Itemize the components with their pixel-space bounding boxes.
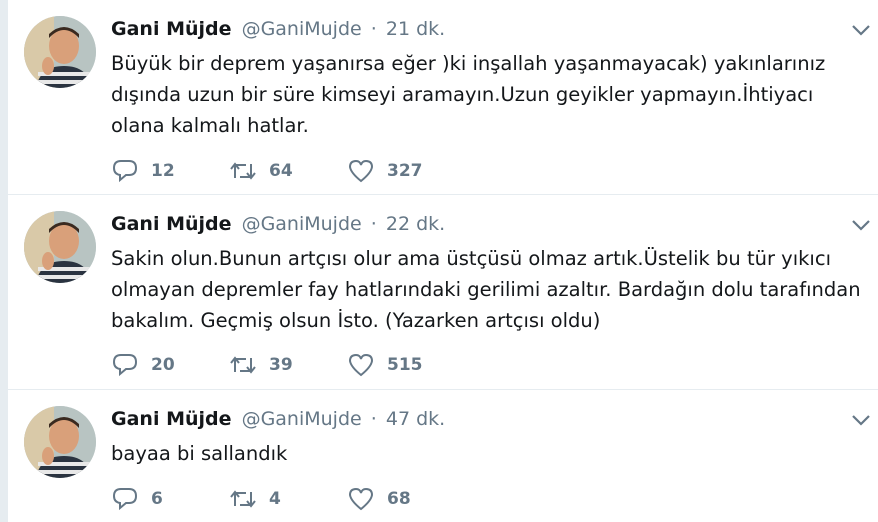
reply-icon [112,488,138,511]
tweet-actions: 12 64 327 [111,156,423,186]
like-count: 68 [387,489,411,509]
tweet-header: Gani Müjde @GaniMujde · 47 dk. [111,407,445,431]
chevron-down-icon[interactable] [850,412,872,428]
retweet-count: 64 [269,161,293,181]
author-name[interactable]: Gani Müjde [111,408,232,430]
avatar[interactable] [24,406,96,478]
tweet-text: Büyük bir deprem yaşanırsa eğer )ki inşa… [111,52,826,137]
tweet-actions: 20 39 515 [111,350,423,380]
chevron-down-icon[interactable] [850,217,872,233]
chevron-down-icon[interactable] [850,22,872,38]
tweet[interactable]: Gani Müjde @GaniMujde · 47 dk. bayaa bi … [8,390,878,522]
like-button[interactable]: 327 [347,158,423,184]
heart-icon [348,159,374,183]
like-button[interactable]: 68 [347,486,411,512]
tweet[interactable]: Gani Müjde @GaniMujde · 21 dk. Büyük bir… [8,0,878,195]
author-handle[interactable]: @GaniMujde [242,213,362,235]
like-button[interactable]: 515 [347,352,423,378]
reply-button[interactable]: 6 [111,486,229,512]
retweet-button[interactable]: 4 [229,486,347,512]
timestamp[interactable]: 22 dk. [386,213,445,235]
separator: · [370,408,377,430]
author-name[interactable]: Gani Müjde [111,18,232,40]
retweet-count: 4 [269,489,281,509]
reply-count: 12 [151,161,175,181]
tweet-header: Gani Müjde @GaniMujde · 22 dk. [111,212,445,236]
tweet-text: Sakin olun.Bunun artçısı olur ama üstçüs… [111,247,861,332]
avatar[interactable] [24,16,96,88]
separator: · [370,213,377,235]
retweet-icon [230,490,256,508]
tweet-timeline: Gani Müjde @GaniMujde · 21 dk. Büyük bir… [8,0,878,522]
avatar-image [24,406,96,478]
reply-button[interactable]: 20 [111,352,229,378]
timestamp[interactable]: 47 dk. [386,408,445,430]
like-count: 515 [387,355,423,375]
tweet-header: Gani Müjde @GaniMujde · 21 dk. [111,17,445,41]
heart-icon [348,353,374,377]
tweet-actions: 6 4 68 [111,484,411,514]
retweet-icon [230,162,256,180]
reply-count: 20 [151,355,175,375]
avatar[interactable] [24,211,96,283]
author-name[interactable]: Gani Müjde [111,213,232,235]
author-handle[interactable]: @GaniMujde [242,408,362,430]
heart-icon [348,487,374,511]
retweet-button[interactable]: 39 [229,352,347,378]
avatar-image [24,211,96,283]
tweet-text: bayaa bi sallandık [111,442,288,465]
tweet[interactable]: Gani Müjde @GaniMujde · 22 dk. Sakin olu… [8,195,878,390]
reply-icon [112,354,138,377]
retweet-icon [230,356,256,374]
reply-button[interactable]: 12 [111,158,229,184]
separator: · [370,18,377,40]
reply-count: 6 [151,489,163,509]
retweet-count: 39 [269,355,293,375]
avatar-image [24,16,96,88]
like-count: 327 [387,161,423,181]
timestamp[interactable]: 21 dk. [386,18,445,40]
author-handle[interactable]: @GaniMujde [242,18,362,40]
retweet-button[interactable]: 64 [229,158,347,184]
reply-icon [112,160,138,183]
